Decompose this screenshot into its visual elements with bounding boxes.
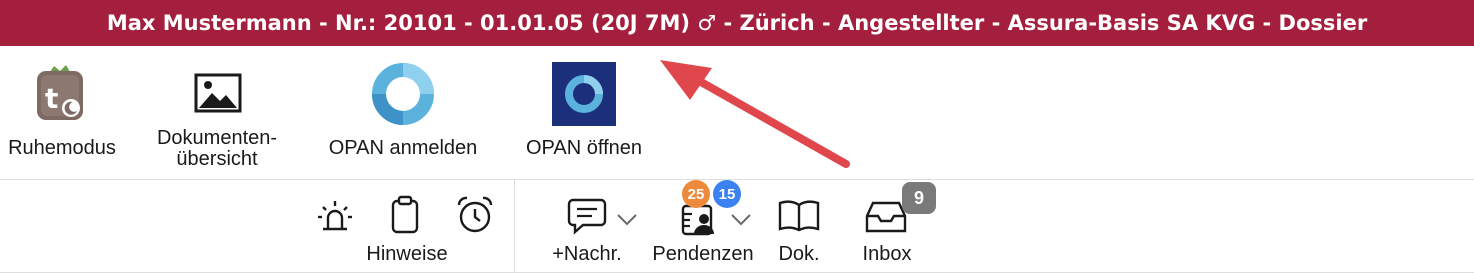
ruhemodus-label: Ruhemodus [8,137,116,159]
alarm-light-icon[interactable] [316,198,354,234]
opan-logo-icon [372,63,434,125]
opan-anmelden-button[interactable]: OPAN anmelden [312,46,494,179]
chevron-down-icon[interactable] [730,213,752,227]
svg-text:t: t [45,82,58,115]
chevron-down-icon[interactable] [616,213,638,227]
ruhemodus-icon: t [37,65,83,120]
dokumentenuebersicht-button[interactable]: Dokumenten- übersicht [142,46,292,179]
dokumentenuebersicht-label-1: Dokumenten- [156,127,278,149]
chat-bubble-icon [567,198,607,235]
hinweise-label: Hinweise [366,243,448,265]
new-message-label: +Nachr. [552,243,622,265]
ruhemodus-button[interactable]: t Ruhemodus [0,46,124,179]
dokumentenuebersicht-label-2: übersicht [176,148,258,170]
window-title: Max Mustermann - Nr.: 20101 - 01.01.05 (… [106,11,1368,35]
clipboard-icon[interactable] [389,195,421,235]
inbox-badge: 9 [902,182,936,214]
toolbar-separator [514,180,515,272]
window-title-bar: Max Mustermann - Nr.: 20101 - 01.01.05 (… [0,0,1474,46]
pendenzen-badge-blue: 15 [713,180,741,208]
alarm-clock-icon[interactable] [456,195,494,235]
main-toolbar: t Ruhemodus Dokumenten- übersicht OPAN a… [0,46,1474,180]
opan-app-icon [552,62,616,126]
dok-label: Dok. [778,243,820,265]
opan-oeffnen-button[interactable]: OPAN öffnen [510,46,658,179]
pendenzen-label: Pendenzen [652,243,754,265]
pendenzen-badge-orange: 25 [682,180,710,208]
open-book-icon [778,200,820,232]
inbox-label: Inbox [862,243,912,265]
image-icon [194,73,242,113]
opan-anmelden-label: OPAN anmelden [328,137,478,159]
secondary-toolbar: Hinweise +Nachr. 25 15 Pendenzen Dok. 9 … [0,180,1474,273]
opan-oeffnen-label: OPAN öffnen [526,137,642,159]
